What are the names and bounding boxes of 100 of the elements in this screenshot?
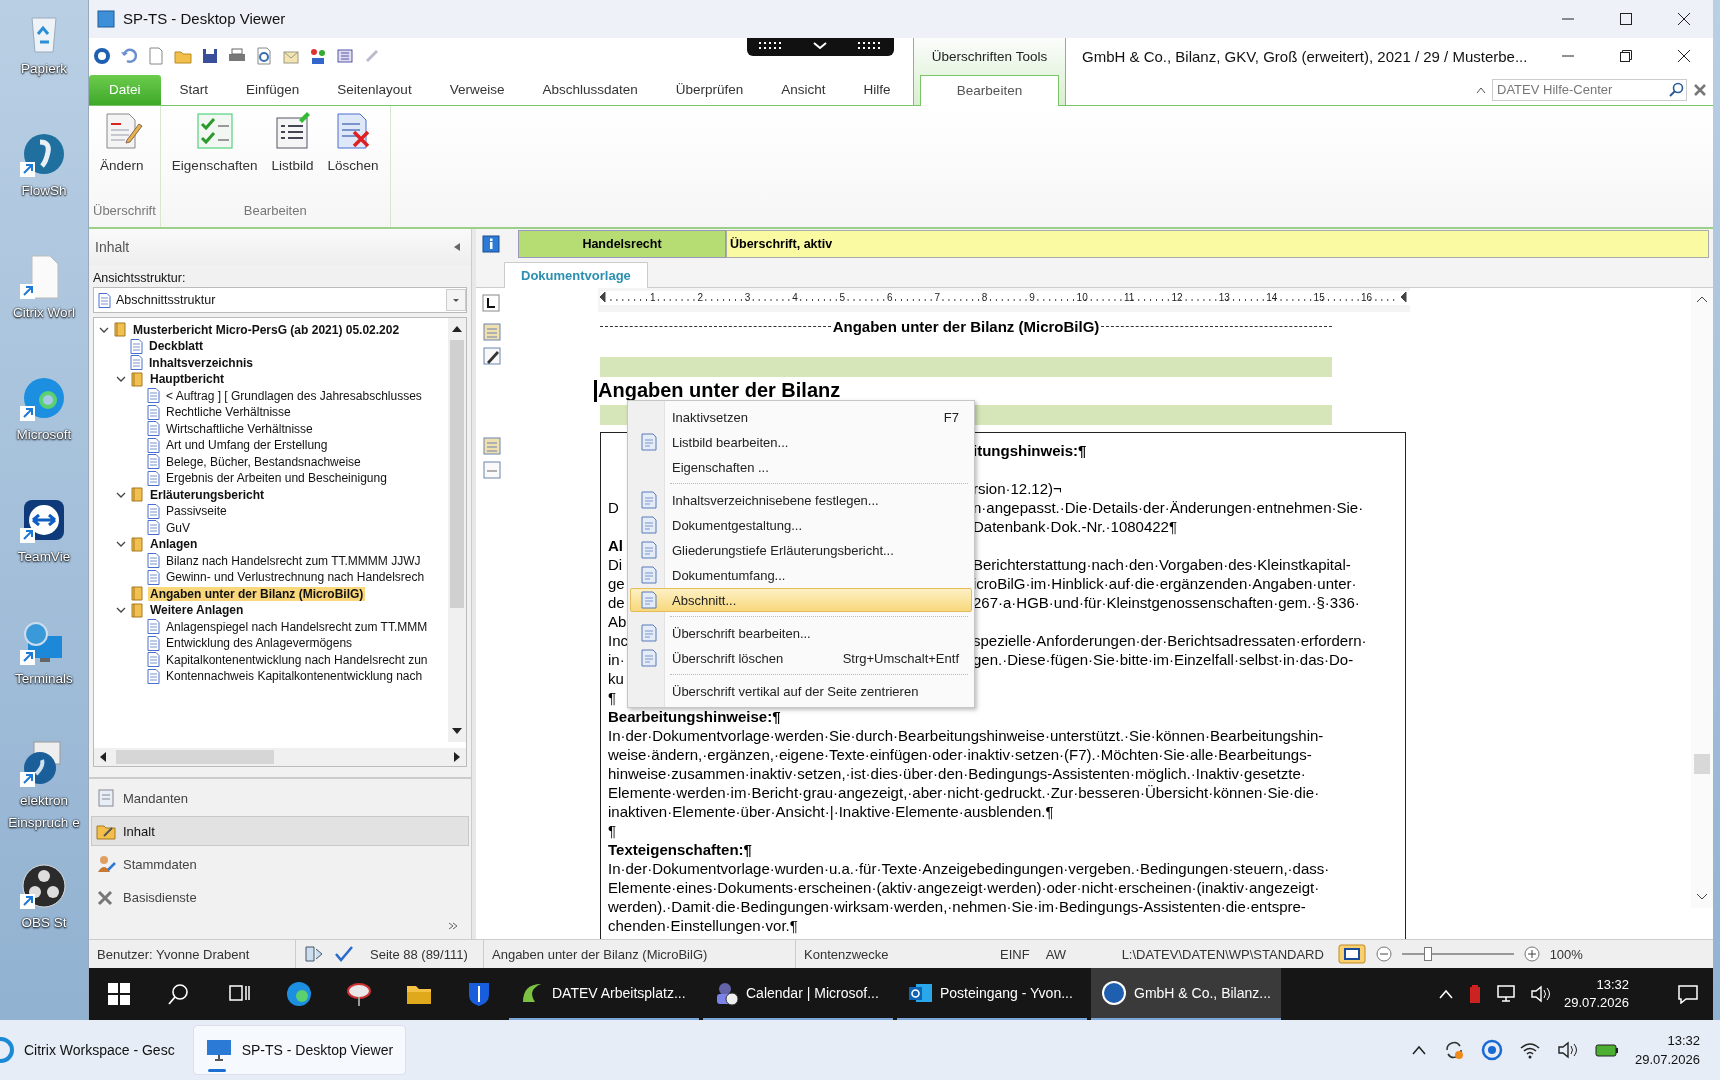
- slider-thumb[interactable]: [1424, 947, 1432, 962]
- ribbon-tab[interactable]: Überprüfen: [656, 74, 763, 105]
- collapse-ribbon-icon[interactable]: [1476, 85, 1486, 94]
- save-icon[interactable]: [201, 47, 219, 66]
- tree-item[interactable]: Wirtschaftliche Verhältnisse: [164, 421, 315, 436]
- ribbon-tab[interactable]: Verweise: [430, 74, 524, 105]
- menu-item[interactable]: Eigenschaften ...: [630, 455, 972, 479]
- collapse-pane-icon[interactable]: [453, 242, 461, 253]
- track-changes-icon[interactable]: [304, 945, 324, 964]
- menu-item[interactable]: Überschrift vertikal auf der Seite zentrieren: [630, 679, 972, 703]
- menu-item[interactable]: Gliederungstiefe Erläuterungsbericht...: [630, 538, 972, 562]
- tree-item[interactable]: Bilanz nach Handelsrecht zum TT.MMMM JJWJ: [164, 553, 423, 568]
- battery-icon[interactable]: [1594, 1042, 1619, 1058]
- network-icon[interactable]: [309, 47, 327, 66]
- browser-icon[interactable]: [286, 981, 312, 1007]
- horizontal-scrollbar[interactable]: [94, 748, 466, 767]
- close-icon[interactable]: [1677, 11, 1691, 26]
- ruler[interactable]: 1 2 3 4 5 6 7 8 9 10 11 12 13 14 15 16: [598, 288, 1410, 313]
- speaker-icon[interactable]: [1556, 1040, 1579, 1060]
- ribbon-tab[interactable]: Einfügen: [227, 74, 319, 105]
- tree-item[interactable]: Deckblatt: [147, 339, 206, 354]
- ribbon-tab[interactable]: Abschlussdaten: [523, 74, 657, 105]
- chevron-icon[interactable]: [98, 325, 109, 334]
- tree-item[interactable]: Entwicklung des Anlagevermögens: [164, 636, 355, 651]
- tree-item[interactable]: GuV: [164, 520, 192, 535]
- taskbar-button[interactable]: SP-TS - Desktop Viewer: [192, 1025, 407, 1075]
- menu-item[interactable]: Abschnitt...: [630, 588, 972, 612]
- menu-item[interactable]: Dokumentumfang...: [630, 563, 972, 587]
- wifi-icon[interactable]: [1518, 1040, 1541, 1060]
- ribbon-button[interactable]: Eigenschaften: [164, 109, 265, 204]
- tree-item[interactable]: < Auftrag ] [ Grundlagen des Jahresabschlusses: [164, 388, 424, 403]
- structure-dropdown[interactable]: Abschnittsstruktur: [93, 287, 467, 314]
- tree-item[interactable]: Gewinn- und Verlustrechnung nach Handelsrech: [164, 570, 427, 585]
- speaker-icon[interactable]: [1529, 984, 1552, 1004]
- caret-up-icon[interactable]: [1437, 988, 1454, 1000]
- ribbon-button[interactable]: Listbild: [264, 109, 321, 204]
- tree-item[interactable]: Hauptbericht: [148, 372, 226, 387]
- tree-item[interactable]: Belege, Bücher, Bestandsnachweise: [164, 454, 363, 469]
- tree-item[interactable]: Rechtliche Verhältnisse: [164, 405, 293, 420]
- ribbon-tab[interactable]: Ansicht: [762, 74, 845, 105]
- vertical-scrollbar[interactable]: [448, 318, 466, 743]
- start-icon[interactable]: [106, 981, 132, 1007]
- tree-item[interactable]: Passivseite: [164, 504, 229, 519]
- chevron-icon[interactable]: [115, 375, 126, 384]
- undo-icon[interactable]: [120, 47, 138, 66]
- ribbon-tab[interactable]: Seitenlayout: [318, 74, 431, 105]
- taskbar-button[interactable]: Citrix Workspace - Gesc: [0, 1026, 187, 1074]
- ribbon-button[interactable]: Löschen: [320, 109, 386, 204]
- menu-item[interactable]: Inaktivsetzen F7: [630, 405, 972, 429]
- restore-icon[interactable]: [1619, 49, 1633, 64]
- app-icon[interactable]: [93, 47, 111, 66]
- tree-item[interactable]: Art und Umfang der Erstellung: [164, 438, 330, 453]
- nav-item[interactable]: Basisdienste: [91, 882, 469, 913]
- caret-up-icon[interactable]: [1410, 1044, 1427, 1056]
- chevron-icon[interactable]: [115, 540, 126, 549]
- clock-time: 13:32: [1596, 976, 1629, 994]
- ribbon-button[interactable]: Ändern: [93, 109, 151, 204]
- notification-icon[interactable]: [1677, 984, 1699, 1004]
- shield-icon[interactable]: [466, 981, 492, 1007]
- menu-item[interactable]: Inhaltsverzeichnisebene festlegen...: [630, 488, 972, 512]
- tree-item[interactable]: Angaben unter der Bilanz (MicroBilG): [148, 586, 366, 601]
- recording-app-icon[interactable]: [20, 862, 68, 910]
- nav-item[interactable]: Inhalt: [91, 816, 469, 847]
- spellcheck-icon[interactable]: [334, 945, 354, 964]
- taskbar-button[interactable]: GmbH & Co., Bilanz...: [1091, 968, 1281, 1020]
- ribbon-tab[interactable]: Bearbeiten: [920, 74, 1059, 106]
- close-icon[interactable]: [1677, 49, 1691, 64]
- page-view-icon[interactable]: [1337, 944, 1366, 965]
- ribbon-tab[interactable]: Start: [160, 74, 228, 105]
- tab-stop-icon[interactable]: [482, 294, 500, 313]
- satellite-dish-icon[interactable]: [346, 981, 372, 1007]
- maximize-icon[interactable]: [1619, 11, 1633, 26]
- tree-item[interactable]: Inhaltsverzeichnis: [147, 355, 256, 370]
- help-search-field[interactable]: DATEV Hilfe-Center: [1492, 78, 1687, 101]
- zoom-out-icon[interactable]: [1375, 946, 1392, 963]
- print-preview-icon[interactable]: [255, 47, 273, 66]
- tree-item[interactable]: Kontennachweis Kapitalkontenentwicklung nach: [164, 669, 425, 684]
- search-icon[interactable]: [1668, 81, 1684, 98]
- chevron-icon[interactable]: [115, 490, 126, 499]
- menu-item[interactable]: Listbild bearbeiten...: [630, 430, 972, 454]
- menu-item[interactable]: Dokumentgestaltung...: [630, 513, 972, 537]
- menu-item[interactable]: Überschrift löschen Strg+Umschalt+Entf: [630, 646, 972, 670]
- network-icon[interactable]: [1495, 984, 1518, 1004]
- unpin-icon[interactable]: [1693, 82, 1707, 97]
- ribbon-tab[interactable]: Hilfe: [844, 74, 910, 105]
- menu-item[interactable]: Überschrift bearbeiten...: [630, 621, 972, 645]
- tree-item[interactable]: Erläuterungsbericht: [148, 487, 267, 502]
- tree-item[interactable]: Ergebnis der Arbeiten und Bescheinigung: [164, 471, 389, 486]
- tree-item[interactable]: Anlagen: [148, 537, 200, 552]
- tree-item[interactable]: Anlagenspiegel nach Handelsrecht zum TT.MMM: [164, 619, 430, 634]
- document-tab[interactable]: Dokumentvorlage: [504, 262, 648, 289]
- app-icon[interactable]: [1480, 1039, 1503, 1061]
- tree-item[interactable]: Kapitalkontenentwicklung nach Handelsrecht zun: [164, 652, 430, 667]
- chevron-icon[interactable]: [115, 606, 126, 615]
- nav-item[interactable]: Mandanten: [91, 783, 469, 814]
- tool-icon[interactable]: [336, 47, 354, 66]
- nav-item[interactable]: Stammdaten: [91, 849, 469, 880]
- tree-item[interactable]: Weitere Anlagen: [148, 603, 246, 618]
- zoom-in-icon[interactable]: [1523, 946, 1540, 963]
- tree-item[interactable]: Musterbericht Micro-PersG (ab 2021) 05.02.202: [131, 322, 402, 337]
